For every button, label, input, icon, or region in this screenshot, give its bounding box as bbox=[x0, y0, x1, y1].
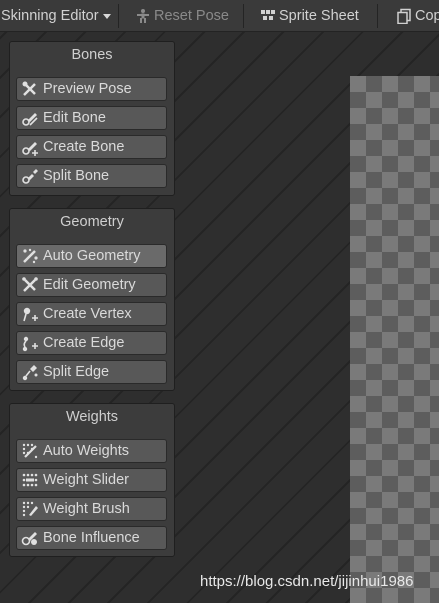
watermark-text: https://blog.csdn.net/jijinhui1986 bbox=[200, 573, 414, 590]
toolbar-divider bbox=[118, 4, 119, 28]
split-edge-icon bbox=[22, 365, 38, 381]
split-bone-label: Split Bone bbox=[43, 168, 110, 184]
sprite-sheet-button[interactable]: Sprite Sheet bbox=[260, 0, 359, 32]
auto-geometry-label: Auto Geometry bbox=[43, 248, 141, 264]
sprite-sheet-label: Sprite Sheet bbox=[279, 8, 359, 24]
reset-pose-button[interactable]: Reset Pose bbox=[135, 0, 229, 32]
auto-geometry-button[interactable]: Auto Geometry bbox=[16, 244, 167, 268]
geometry-panel-title: Geometry bbox=[60, 214, 124, 230]
create-bone-button[interactable]: Create Bone bbox=[16, 135, 167, 159]
bone-influence-icon bbox=[21, 532, 37, 546]
weight-brush-button[interactable]: Weight Brush bbox=[16, 497, 167, 521]
dropdown-arrow-icon bbox=[102, 13, 111, 19]
reset-pose-label: Reset Pose bbox=[154, 8, 229, 24]
bones-panel: Bones Preview Pose Edit Bone Create Bone bbox=[9, 41, 175, 196]
split-bone-button[interactable]: Split Bone bbox=[16, 164, 167, 188]
split-edge-label: Split Edge bbox=[43, 364, 110, 380]
create-bone-label: Create Bone bbox=[43, 139, 125, 155]
reset-pose-icon bbox=[137, 9, 149, 23]
weight-brush-icon bbox=[22, 501, 38, 517]
split-edge-button[interactable]: Split Edge bbox=[16, 360, 167, 384]
copy-icon bbox=[397, 8, 411, 24]
copy-label: Cop bbox=[415, 8, 439, 24]
weight-slider-label: Weight Slider bbox=[43, 472, 129, 488]
auto-weights-label: Auto Weights bbox=[43, 443, 129, 459]
weight-slider-button[interactable]: Weight Slider bbox=[16, 468, 167, 492]
bones-panel-title: Bones bbox=[71, 47, 113, 63]
weight-slider-icon bbox=[22, 473, 38, 487]
copy-button[interactable]: Cop bbox=[396, 0, 439, 32]
bone-influence-label: Bone Influence bbox=[43, 530, 140, 546]
auto-geometry-icon bbox=[23, 248, 38, 264]
weights-panel-title: Weights bbox=[65, 409, 119, 425]
create-edge-label: Create Edge bbox=[43, 335, 125, 351]
create-vertex-icon bbox=[23, 307, 38, 322]
edit-bone-icon bbox=[22, 113, 38, 126]
create-edge-button[interactable]: Create Edge bbox=[16, 331, 167, 355]
edit-bone-button[interactable]: Edit Bone bbox=[16, 106, 167, 130]
editor-mode-label: Skinning Editor bbox=[1, 8, 99, 24]
create-bone-icon bbox=[22, 142, 38, 156]
edit-geometry-label: Edit Geometry bbox=[43, 277, 136, 293]
create-edge-icon bbox=[22, 336, 38, 352]
weight-brush-label: Weight Brush bbox=[43, 501, 130, 517]
sprite-canvas[interactable] bbox=[350, 76, 439, 603]
preview-pose-icon bbox=[22, 81, 36, 96]
preview-pose-button[interactable]: Preview Pose bbox=[16, 77, 167, 101]
create-vertex-label: Create Vertex bbox=[43, 306, 132, 322]
edit-geometry-button[interactable]: Edit Geometry bbox=[16, 273, 167, 297]
weights-panel: Weights Auto Weights Weight Slider Weigh… bbox=[9, 403, 175, 557]
bone-influence-button[interactable]: Bone Influence bbox=[16, 526, 167, 550]
sprite-sheet-icon bbox=[261, 10, 275, 20]
split-bone-icon bbox=[22, 169, 38, 184]
create-vertex-button[interactable]: Create Vertex bbox=[16, 302, 167, 326]
auto-weights-icon bbox=[22, 443, 38, 459]
edit-bone-label: Edit Bone bbox=[43, 110, 106, 126]
preview-pose-label: Preview Pose bbox=[43, 81, 132, 97]
edit-geometry-icon bbox=[22, 277, 38, 292]
geometry-panel: Geometry Auto Geometry Edit Geometry Cre… bbox=[9, 208, 175, 391]
auto-weights-button[interactable]: Auto Weights bbox=[16, 439, 167, 463]
toolbar-divider bbox=[243, 4, 244, 28]
editor-mode-dropdown[interactable]: Skinning Editor bbox=[1, 0, 111, 32]
editor-toolbar: Skinning Editor Reset Pose Sprite Sheet … bbox=[0, 0, 439, 32]
toolbar-divider bbox=[377, 4, 378, 28]
